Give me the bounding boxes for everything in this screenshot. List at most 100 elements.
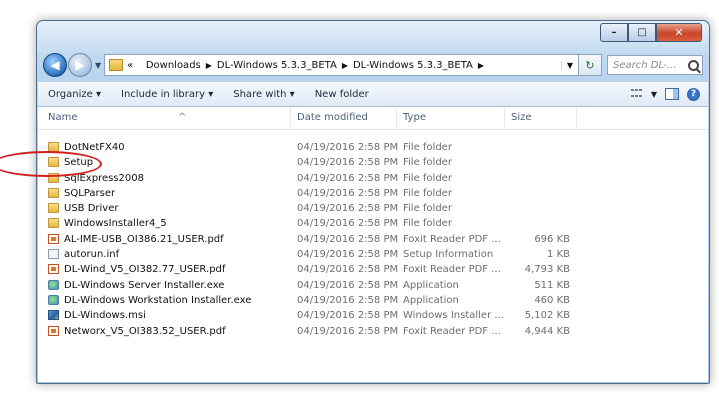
breadcrumb-downloads[interactable]: Downloads bbox=[146, 60, 201, 71]
file-row[interactable]: DotNetFX40 04/19/2016 2:58 PM File folder bbox=[38, 140, 708, 155]
file-name: DotNetFX40 bbox=[64, 142, 125, 153]
inf-icon bbox=[48, 249, 59, 260]
organize-button[interactable]: Organize ▾ bbox=[38, 89, 111, 100]
explorer-window: – □ ✕ ◀ ▶ ▼ « Downloads ▶ DL-Windows 5.3… bbox=[36, 20, 710, 384]
file-date: 04/19/2016 2:58 PM bbox=[297, 294, 399, 306]
file-type: File folder bbox=[403, 187, 452, 199]
arrow-left-icon: ◀ bbox=[50, 58, 60, 72]
file-type: File folder bbox=[403, 142, 452, 153]
file-row[interactable]: DL-Windows Workstation Installer.exe 04/1… bbox=[38, 293, 708, 308]
file-type: Application bbox=[403, 294, 459, 306]
search-icon[interactable] bbox=[688, 59, 699, 71]
refresh-icon: ↻ bbox=[585, 58, 595, 72]
file-row[interactable]: autorun.inf 04/19/2016 2:58 PM Setup Infor… bbox=[38, 247, 708, 262]
file-type: Setup Information bbox=[403, 249, 494, 261]
file-row[interactable]: DL-Windows Server Installer.exe 04/19/201… bbox=[38, 278, 708, 293]
back-button[interactable]: ◀ bbox=[43, 53, 67, 77]
file-name: AL-IME-USB_OI386.21_USER.pdf bbox=[64, 233, 224, 245]
file-date: 04/19/2016 2:58 PM bbox=[297, 172, 399, 184]
exe-icon bbox=[48, 294, 59, 305]
column-header: Name ^ Date modified Type Size bbox=[38, 107, 708, 130]
file-row[interactable]: SqlExpress2008 04/19/2016 2:58 PM File fol… bbox=[38, 171, 708, 186]
address-dropdown-icon[interactable]: ▼ bbox=[561, 60, 578, 70]
chevron-right-icon[interactable]: ▶ bbox=[342, 61, 348, 70]
column-divider[interactable] bbox=[576, 107, 577, 129]
file-date: 04/19/2016 2:58 PM bbox=[297, 249, 399, 261]
pdf-icon bbox=[48, 264, 59, 275]
file-name: autorun.inf bbox=[64, 249, 120, 261]
folder-icon bbox=[48, 187, 59, 198]
file-name: SQLParser bbox=[64, 187, 116, 199]
chevron-right-icon bbox=[138, 61, 141, 70]
file-row[interactable]: Networx_V5_OI383.52_USER.pdf 04/19/2016 2… bbox=[38, 324, 708, 339]
file-date: 04/19/2016 2:58 PM bbox=[297, 325, 399, 337]
navigation-bar: ◀ ▶ ▼ « Downloads ▶ DL-Windows 5.3.3_BET… bbox=[43, 52, 703, 78]
caption-buttons: – □ ✕ bbox=[600, 23, 702, 42]
column-divider[interactable] bbox=[504, 107, 505, 129]
file-name: DL-Windows Workstation Installer.exe bbox=[64, 294, 252, 306]
search-input[interactable]: Search DL-... bbox=[607, 55, 703, 75]
file-name: WindowsInstaller4_5 bbox=[64, 218, 167, 230]
share-with-button[interactable]: Share with ▾ bbox=[223, 89, 304, 100]
file-date: 04/19/2016 2:58 PM bbox=[297, 264, 399, 276]
file-row[interactable]: DL-Windows.msi 04/19/2016 2:58 PM Windows … bbox=[38, 308, 708, 323]
file-size: 1 KB bbox=[547, 249, 570, 261]
recent-pages-dropdown[interactable]: ▼ bbox=[95, 61, 101, 70]
pdf-icon bbox=[48, 325, 59, 336]
column-divider[interactable] bbox=[290, 107, 291, 129]
file-name: USB Driver bbox=[64, 203, 119, 215]
file-name: DL-Windows.msi bbox=[64, 310, 146, 322]
file-size: 696 KB bbox=[534, 233, 570, 245]
include-in-library-button[interactable]: Include in library ▾ bbox=[111, 89, 223, 100]
file-row[interactable]: AL-IME-USB_OI386.21_USER.pdf 04/19/2016 2… bbox=[38, 232, 708, 247]
search-placeholder: Search DL-... bbox=[613, 59, 677, 71]
file-row[interactable]: USB Driver 04/19/2016 2:58 PM File folder bbox=[38, 201, 708, 216]
help-icon[interactable]: ? bbox=[687, 87, 700, 101]
column-size[interactable]: Size bbox=[511, 112, 532, 123]
chevron-right-icon[interactable]: ▶ bbox=[206, 61, 212, 70]
column-date-modified[interactable]: Date modified bbox=[297, 112, 368, 123]
file-date: 04/19/2016 2:58 PM bbox=[297, 187, 399, 199]
file-date: 04/19/2016 2:58 PM bbox=[297, 157, 399, 169]
view-controls: ▼ ? bbox=[630, 87, 708, 101]
breadcrumb-dl-windows-2[interactable]: DL-Windows 5.3.3_BETA bbox=[353, 60, 473, 71]
file-size: 5,102 KB bbox=[524, 310, 570, 322]
file-type: Application bbox=[403, 279, 459, 291]
new-folder-button[interactable]: New folder bbox=[305, 89, 379, 100]
chevron-right-icon[interactable]: ▶ bbox=[478, 61, 484, 70]
folder-icon bbox=[48, 203, 59, 214]
change-view-icon[interactable] bbox=[630, 89, 643, 99]
msi-icon bbox=[48, 310, 59, 321]
close-button[interactable]: ✕ bbox=[656, 23, 702, 42]
file-row[interactable]: WindowsInstaller4_5 04/19/2016 2:58 PM Fil… bbox=[38, 216, 708, 231]
pdf-icon bbox=[48, 233, 59, 244]
file-name: DL-Windows Server Installer.exe bbox=[64, 279, 225, 291]
file-list: Name ^ Date modified Type Size DotNetFX4… bbox=[38, 107, 708, 382]
column-name[interactable]: Name bbox=[48, 112, 78, 123]
address-overflow[interactable]: « bbox=[127, 60, 133, 71]
sort-ascending-icon: ^ bbox=[178, 112, 187, 123]
file-size: 511 KB bbox=[534, 279, 570, 291]
file-date: 04/19/2016 2:58 PM bbox=[297, 203, 399, 215]
file-date: 04/19/2016 2:58 PM bbox=[297, 218, 399, 230]
refresh-button[interactable]: ↻ bbox=[579, 54, 602, 76]
forward-button[interactable]: ▶ bbox=[68, 53, 92, 77]
view-dropdown-icon[interactable]: ▼ bbox=[651, 90, 657, 99]
minimize-button[interactable]: – bbox=[600, 23, 628, 42]
file-size: 4,944 KB bbox=[524, 325, 570, 337]
breadcrumb-dl-windows-1[interactable]: DL-Windows 5.3.3_BETA bbox=[217, 60, 337, 71]
file-row[interactable]: DL-Wind_V5_OI382.77_USER.pdf 04/19/2016 2… bbox=[38, 262, 708, 277]
file-type: File folder bbox=[403, 172, 452, 184]
column-divider[interactable] bbox=[396, 107, 397, 129]
preview-pane-icon[interactable] bbox=[665, 88, 679, 100]
file-row[interactable]: SQLParser 04/19/2016 2:58 PM File folder bbox=[38, 186, 708, 201]
file-type: File folder bbox=[403, 203, 452, 215]
file-size: 460 KB bbox=[534, 294, 570, 306]
file-type: Foxit Reader PDF ... bbox=[403, 233, 501, 245]
address-bar[interactable]: « Downloads ▶ DL-Windows 5.3.3_BETA ▶ DL… bbox=[104, 54, 579, 76]
file-date: 04/19/2016 2:58 PM bbox=[297, 142, 399, 153]
folder-icon bbox=[48, 218, 59, 229]
column-type[interactable]: Type bbox=[403, 112, 426, 123]
maximize-button[interactable]: □ bbox=[628, 23, 656, 42]
file-row[interactable]: Setup 04/19/2016 2:58 PM File folder bbox=[38, 155, 708, 170]
